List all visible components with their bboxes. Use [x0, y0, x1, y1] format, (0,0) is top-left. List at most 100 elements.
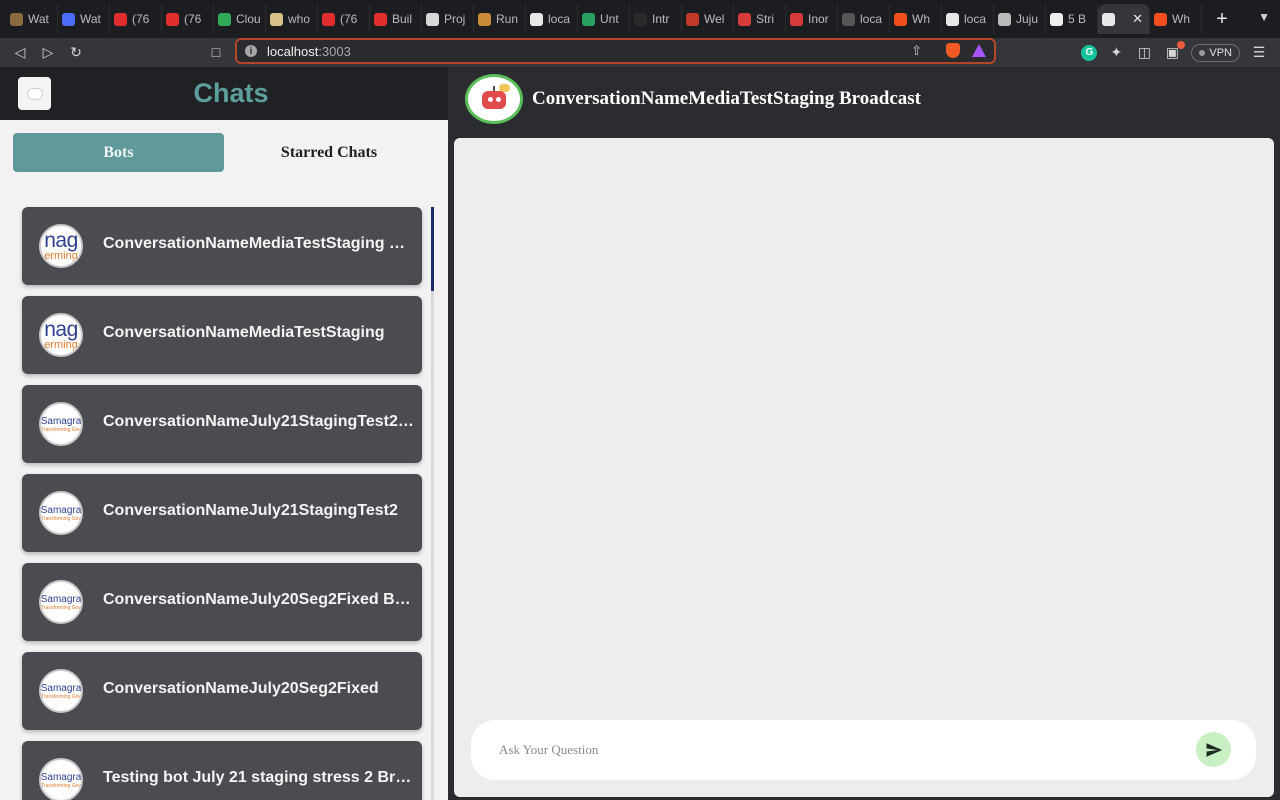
extensions-puzzle-icon[interactable]: ✦ [1107, 44, 1125, 61]
chat-name: ConversationNameMediaTestStaging [103, 324, 385, 341]
menu-hamburger-icon[interactable]: ☰ [1250, 44, 1268, 61]
tab-label: Proj [444, 12, 466, 26]
grammarly-extension-icon[interactable]: G [1081, 44, 1098, 61]
browser-tab[interactable]: Unt [578, 4, 630, 34]
browser-tab[interactable]: Clou [214, 4, 266, 34]
message-area [454, 138, 1274, 797]
browser-tab[interactable]: loca [942, 4, 994, 34]
reload-icon: ↻ [70, 44, 82, 60]
browser-tab[interactable]: Wel [682, 4, 734, 34]
tab-search-chevron-icon[interactable]: ▼ [1258, 10, 1270, 24]
share-icon[interactable]: ⇧ [911, 43, 922, 59]
back-button[interactable]: ◁ [6, 41, 34, 65]
browser-tab[interactable]: Wh [890, 4, 942, 34]
chat-name: ConversationNameJuly21StagingTest2 [103, 502, 398, 519]
avatar-logo-subtext: Transforming Gov [41, 693, 81, 700]
chat-list-item[interactable]: nag erming ConversationNameMediaTestStag… [22, 296, 422, 374]
site-info-icon[interactable]: i [245, 45, 257, 57]
tab-label: Inor [808, 12, 829, 26]
avatar-logo-subtext: Transforming Gov [41, 426, 81, 433]
vpn-button[interactable]: VPN [1191, 43, 1240, 62]
browser-tab[interactable]: loca [526, 4, 578, 34]
tab-label: Wel [704, 12, 725, 26]
chat-list-scrollbar[interactable] [431, 207, 434, 800]
tab-label: who [288, 12, 311, 26]
tab-active[interactable]: ✕ [1098, 4, 1150, 34]
tab-favicon-icon [1102, 12, 1115, 26]
vpn-status-dot [1199, 49, 1206, 56]
browser-tab[interactable]: 5 B [1046, 4, 1098, 34]
sidebar-toggle-icon[interactable]: ◫ [1135, 44, 1153, 61]
address-bar[interactable]: i localhost:3003 ⇧ [235, 38, 996, 64]
avatar-logo-text: Samagra [40, 771, 82, 783]
browser-toolbar: ◁ ▷ ↻ □ i localhost:3003 ⇧ G ✦ ◫ ▣ VPN ☰ [0, 38, 1280, 67]
browser-tab[interactable]: Wh [1150, 4, 1202, 34]
tab-label: loca [548, 12, 571, 26]
tab-label: (76 [184, 12, 202, 26]
browser-tab[interactable]: (76 [318, 4, 370, 34]
address-host: localhost [267, 43, 319, 59]
tab-label: loca [964, 12, 987, 26]
browser-tab[interactable]: Buil [370, 4, 422, 34]
browser-tab[interactable]: Wat [6, 4, 58, 34]
tab-bots[interactable]: Bots [13, 133, 224, 172]
chat-list-item[interactable]: Samagra Transforming Gov ConversationNam… [22, 474, 422, 552]
tab-favicon-icon [894, 12, 907, 26]
tab-favicon-icon [114, 12, 127, 26]
chat-list-item[interactable]: nag erming ConversationNameMediaTestStag… [22, 207, 422, 285]
brave-rewards-icon[interactable] [972, 44, 986, 57]
send-paper-plane-icon [1206, 742, 1222, 757]
chat-name: ConversationNameMediaTestStaging Broadca… [103, 235, 415, 252]
browser-tab[interactable]: who [266, 4, 318, 34]
brave-shields-icon[interactable] [946, 43, 960, 58]
browser-tab[interactable]: Stri [734, 4, 786, 34]
chat-list-item[interactable]: Samagra Transforming Gov ConversationNam… [22, 385, 422, 463]
bookmark-button[interactable]: □ [202, 40, 230, 64]
chat-avatar: nag erming [39, 313, 83, 357]
browser-tab-strip: Wat Wat (76 (76 Clou who (76 Buil Proj Run loca Unt… [0, 0, 1280, 38]
tab-label: Wh [912, 12, 930, 26]
wallet-icon[interactable]: ▣ [1163, 41, 1186, 61]
browser-tab[interactable]: Run [474, 4, 526, 34]
browser-tab[interactable]: Inor [786, 4, 838, 34]
chat-avatar: nag erming [39, 224, 83, 268]
browser-tab[interactable]: (76 [110, 4, 162, 34]
browser-tab[interactable]: Wat [58, 4, 110, 34]
send-button[interactable] [1196, 732, 1231, 767]
browser-tab[interactable]: loca [838, 4, 890, 34]
question-input[interactable] [499, 740, 1179, 760]
chat-avatar: Samagra Transforming Gov [39, 402, 83, 446]
tab-favicon-icon [218, 12, 231, 26]
tab-favicon-icon [790, 12, 803, 26]
tab-favicon-icon [62, 12, 75, 26]
wallet-notification-dot [1177, 41, 1186, 49]
chat-list: nag erming ConversationNameMediaTestStag… [0, 207, 448, 800]
tab-label: (76 [132, 12, 150, 26]
tab-label: Buil [392, 12, 413, 26]
chat-name: ConversationNameJuly21StagingTest2 Broad… [103, 413, 415, 430]
tab-label: Unt [600, 12, 619, 26]
avatar-logo-text: nag [44, 229, 78, 252]
forward-button[interactable]: ▷ [34, 41, 62, 65]
tab-label: Wat [80, 12, 101, 26]
bot-avatar [465, 74, 523, 124]
browser-tab[interactable]: Intr [630, 4, 682, 34]
avatar-logo-text: Samagra [40, 415, 82, 427]
chat-list-scroll-thumb[interactable] [431, 207, 434, 291]
chat-list-item[interactable]: Samagra Transforming Gov Testing bot Jul… [22, 741, 422, 800]
avatar-logo-text: Samagra [40, 593, 82, 605]
tab-close-icon[interactable]: ✕ [1132, 11, 1143, 27]
bookmark-icon: □ [211, 44, 221, 60]
tab-starred-chats[interactable]: Starred Chats [224, 133, 434, 172]
browser-tab[interactable]: Juju [994, 4, 1046, 34]
chat-list-item[interactable]: Samagra Transforming Gov ConversationNam… [22, 652, 422, 730]
tab-label: (76 [340, 12, 358, 26]
chat-list-item[interactable]: Samagra Transforming Gov ConversationNam… [22, 563, 422, 641]
reload-button[interactable]: ↻ [62, 41, 90, 65]
tab-label: 5 B [1068, 12, 1087, 26]
browser-tab[interactable]: (76 [162, 4, 214, 34]
tab-favicon-icon [686, 12, 699, 26]
new-tab-button[interactable]: + [1210, 9, 1234, 29]
browser-tab[interactable]: Proj [422, 4, 474, 34]
tab-favicon-icon [166, 12, 179, 26]
